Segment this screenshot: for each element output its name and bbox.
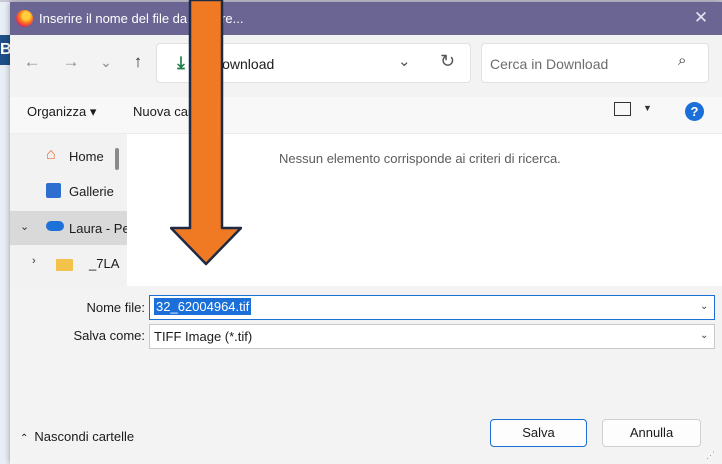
- view-options-icon[interactable]: [614, 102, 631, 116]
- recent-locations-button[interactable]: ⌄: [94, 50, 118, 74]
- cancel-button[interactable]: Annulla: [602, 419, 701, 447]
- annotation-arrow: [170, 0, 242, 266]
- up-button[interactable]: ↑: [126, 50, 150, 74]
- save-as-label: Salva come:: [73, 328, 145, 343]
- save-button[interactable]: Salva: [490, 419, 587, 447]
- help-button[interactable]: ?: [685, 102, 704, 121]
- chevron-up-icon: ⌃: [20, 433, 29, 444]
- nav-item-folder[interactable]: › _7LA: [10, 250, 127, 280]
- onedrive-icon: [46, 221, 64, 231]
- file-name-label: Nome file:: [86, 300, 145, 315]
- forward-button[interactable]: →: [59, 50, 83, 74]
- file-name-dropdown-icon[interactable]: ⌄: [700, 301, 708, 312]
- resize-grip-icon[interactable]: ⋰: [706, 450, 715, 461]
- firefox-icon: [16, 10, 33, 27]
- background-app-header: B: [0, 35, 12, 65]
- close-button[interactable]: ✕: [690, 7, 712, 29]
- view-options-chevron-icon[interactable]: ▼: [643, 103, 652, 113]
- search-icon[interactable]: ⌕: [678, 52, 686, 69]
- empty-results-message: Nessun elemento corrisponde ai criteri d…: [279, 151, 561, 166]
- nav-item-label: Gallerie: [69, 184, 114, 199]
- gallery-icon: [46, 183, 61, 198]
- organize-menu-button[interactable]: Organizza ▾: [27, 104, 96, 120]
- background-app: [0, 0, 10, 464]
- save-as-dropdown-icon[interactable]: ⌄: [700, 330, 708, 341]
- address-dropdown-icon[interactable]: ⌄: [398, 52, 411, 70]
- nav-item-gallery[interactable]: Gallerie: [10, 178, 127, 208]
- nav-item-home[interactable]: ⌂ Home: [10, 143, 127, 173]
- nav-scrollbar-thumb[interactable]: [115, 148, 119, 170]
- refresh-button[interactable]: ↻: [440, 51, 455, 72]
- nav-item-label: _7LA: [89, 256, 120, 271]
- back-button[interactable]: ←: [20, 50, 44, 74]
- folder-icon: [56, 259, 73, 271]
- save-as-value[interactable]: TIFF Image (*.tif): [154, 329, 252, 344]
- hide-folders-label: Nascondi cartelle: [34, 429, 135, 444]
- file-name-value[interactable]: 32_62004964.tif: [154, 298, 252, 315]
- search-placeholder[interactable]: Cerca in Download: [490, 56, 608, 72]
- chevron-down-icon[interactable]: ⌄: [20, 220, 29, 233]
- nav-item-label: Home: [69, 149, 104, 164]
- nav-item-onedrive[interactable]: ⌄ Laura - Personale: [10, 211, 172, 245]
- home-icon: ⌂: [46, 146, 56, 163]
- chevron-right-icon[interactable]: ›: [32, 255, 36, 267]
- hide-folders-toggle[interactable]: ⌃ Nascondi cartelle: [20, 429, 134, 444]
